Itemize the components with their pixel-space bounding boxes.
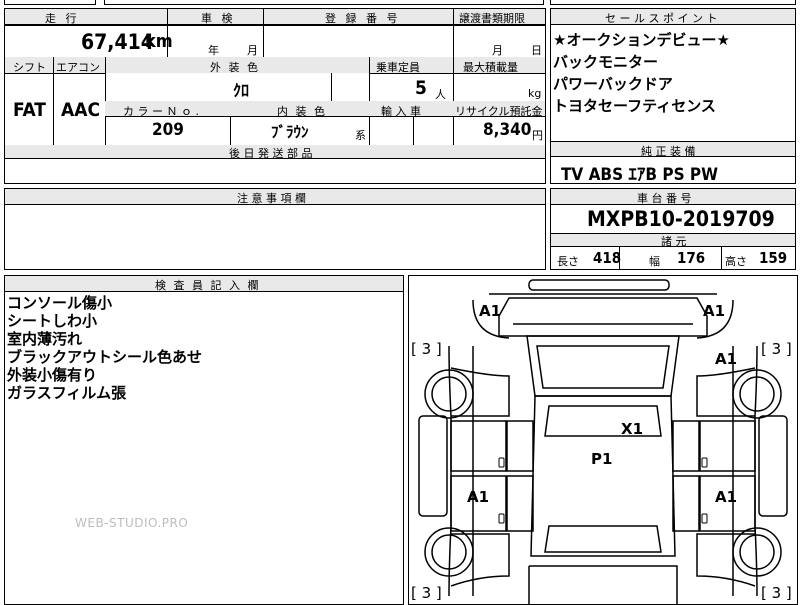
width-value: 176 [677,249,706,267]
inspector-line: 室内薄汚れ [7,330,83,348]
mark-front-right: A1 [703,302,725,320]
mark-front-left: A1 [479,302,501,320]
interior-color-value: ﾌﾞﾗｳﾝ [271,123,309,141]
car-diagram: A1 A1 A1 X1 P1 A1 A1 [ 3 ] [ 3 ] [ 3 ] [… [411,279,792,604]
sales-point-item: トヨタセーフティセンス [553,97,716,115]
aircon-value: AAC [61,99,101,121]
vehicle-info-grid: 走 行 車 検 登 録 番 号 譲渡書類期限 67,414 km 年 月 月 日… [4,8,546,184]
sales-points-list: ★オークションデビュー★ バックモニター パワーバックドア トヨタセーフティセン… [553,31,730,115]
max-load-unit: kg [528,87,542,100]
inspection-year-unit: 年 [208,44,219,57]
inspector-lines: コンソール傷小 シートしわ小 室内薄汚れ ブラックアウトシール色あせ 外装小傷有… [7,294,202,402]
recycle-label: リサイクル預託金 [455,105,543,118]
inspector-line: コンソール傷小 [7,294,113,312]
sales-points-box: セ ー ル ス ポ イ ン ト ★オークションデビュー★ バックモニター パワー… [550,8,796,185]
inspector-label: 検 査 員 記 入 欄 [155,279,261,292]
mileage-unit: km [145,31,173,52]
color-no-value: 209 [152,120,184,140]
inspection-label: 車 検 [201,12,236,25]
shift-label: シフト [13,61,46,74]
max-load-label: 最大積載量 [463,61,518,74]
specs-label: 諸 元 [661,235,687,248]
shift-value: FAT [13,99,46,121]
chassis-box: 車 台 番 号 MXPB10-2019709 諸 元 長さ 418 幅 176 … [550,188,796,270]
interior-suffix: 系 [355,129,366,142]
top-strip [0,0,800,6]
height-label: 高さ [725,255,747,268]
sales-point-item: ★オークションデビュー★ [553,31,730,49]
capacity-value: 5 [415,77,427,99]
inspector-line: ガラスフィルム張 [7,384,127,402]
length-label: 長さ [557,255,579,268]
mark-roof: X1 [621,420,643,438]
tire-fr-rating: [ 3 ] [761,340,792,358]
tire-rr-rating: [ 3 ] [761,584,792,602]
recycle-unit: 円 [532,129,543,142]
chassis-number: MXPB10-2019709 [587,207,775,231]
transfer-day-unit: 日 [531,44,542,57]
car-diagram-box: A1 A1 A1 X1 P1 A1 A1 [ 3 ] [ 3 ] [ 3 ] [… [408,275,798,605]
tire-rl-rating: [ 3 ] [411,584,442,602]
height-value: 159 [759,249,788,267]
inspector-box: 検 査 員 記 入 欄 コンソール傷小 シートしわ小 室内薄汚れ ブラックアウト… [4,275,404,605]
watermark: WEB-STUDIO.PRO [75,516,189,530]
equipment-value: TV ABS ｴｱB PS PW [561,165,719,185]
recycle-value: 8,340 [483,120,532,140]
exterior-color-label: 外 装 色 [210,61,260,74]
transfer-month-unit: 月 [492,44,503,57]
notes-label: 注 意 事 項 欄 [237,192,306,205]
mark-right-door: A1 [715,488,737,506]
width-label: 幅 [649,255,660,268]
inspection-month-unit: 月 [247,44,258,57]
capacity-label: 乗車定員 [376,61,420,74]
notes-box: 注 意 事 項 欄 [4,188,546,270]
import-label: 輸 入 車 [381,105,421,118]
exterior-color-value: ｸﾛ [233,81,250,100]
capacity-unit: 人 [435,88,446,101]
mark-left-door: A1 [467,488,489,506]
inspector-line: シートしわ小 [7,312,98,330]
inspector-line: 外装小傷有り [7,366,98,384]
sales-point-item: バックモニター [553,53,659,71]
interior-color-label: 内 装 色 [277,105,327,118]
equipment-label: 純 正 装 備 [641,145,696,158]
mileage-label: 走 行 [45,12,80,25]
chassis-label: 車 台 番 号 [637,192,692,205]
mileage-value: 67,414 [81,30,154,54]
tire-fl-rating: [ 3 ] [411,340,442,358]
length-value: 418 [593,249,622,267]
transfer-deadline-label: 譲渡書類期限 [459,12,525,25]
inspector-line: ブラックアウトシール色あせ [7,348,203,366]
registration-label: 登 録 番 号 [325,12,401,25]
sales-point-item: パワーバックドア [553,75,673,93]
color-no-label: カ ラ ー Ｎ ｏ . [123,105,199,118]
mark-center: P1 [591,450,612,468]
mark-right-front-fender: A1 [715,350,737,368]
sales-points-label: セ ー ル ス ポ イ ン ト [605,12,718,25]
aircon-label: エアコン [56,61,100,74]
later-parts-label: 後 日 発 送 部 品 [229,147,313,160]
